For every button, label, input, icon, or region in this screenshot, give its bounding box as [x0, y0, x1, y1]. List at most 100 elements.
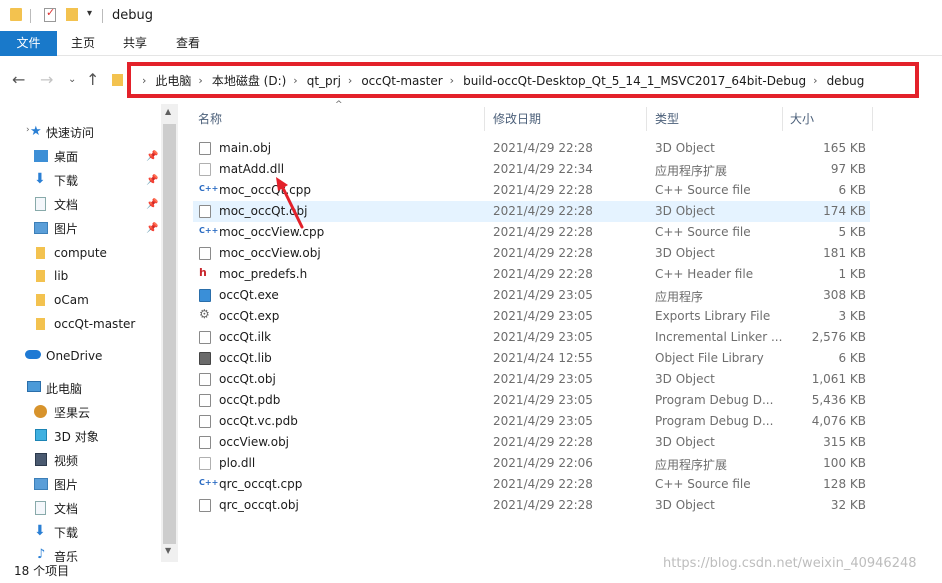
nav-item-ocam[interactable]: oCam: [0, 289, 161, 311]
pin-icon[interactable]: 📌: [146, 175, 158, 186]
file-row[interactable]: occQt.pdb 2021/4/29 23:05 Program Debug …: [193, 390, 870, 411]
file-row[interactable]: h moc_predefs.h 2021/4/29 22:28 C++ Head…: [193, 264, 870, 285]
nav-label: 下载: [54, 173, 79, 188]
file-date: 2021/4/29 22:28: [493, 246, 593, 260]
scrollbar-thumb[interactable]: [163, 124, 176, 544]
file-row[interactable]: occQt.lib 2021/4/24 12:55 Object File Li…: [193, 348, 870, 369]
nav-item-documents-pc[interactable]: 文档: [0, 497, 161, 519]
column-header-size[interactable]: 大小: [790, 107, 814, 131]
file-type: 3D Object: [655, 498, 715, 512]
nav-label: lib: [54, 269, 69, 283]
nav-item-downloads-pc[interactable]: ⬇ 下载: [0, 521, 161, 543]
cloud-icon: [25, 350, 41, 359]
breadcrumb-item[interactable]: 本地磁盘 (D:): [212, 72, 286, 89]
file-size: 315 KB: [823, 435, 866, 449]
nav-item-occqt-master[interactable]: occQt-master: [0, 313, 161, 335]
address-bar[interactable]: › 此电脑 › 本地磁盘 (D:) › qt_prj › occQt-maste…: [127, 62, 919, 98]
exe-file-icon: [199, 289, 211, 302]
nav-item-desktop[interactable]: 桌面 📌: [0, 145, 161, 167]
file-size: 5 KB: [838, 225, 866, 239]
column-divider[interactable]: [872, 107, 873, 131]
file-row[interactable]: occQt.exe 2021/4/29 23:05 应用程序 308 KB: [193, 285, 870, 306]
tab-file[interactable]: 文件: [0, 31, 57, 56]
file-row[interactable]: C++ qrc_occqt.cpp 2021/4/29 22:28 C++ So…: [193, 474, 870, 495]
file-type: 3D Object: [655, 204, 715, 218]
ribbon-tabs: 文件 主页 共享 查看: [0, 31, 942, 56]
chevron-right-icon[interactable]: ›: [348, 74, 352, 87]
file-row[interactable]: occQt.vc.pdb 2021/4/29 23:05 Program Deb…: [193, 411, 870, 432]
forward-arrow-icon[interactable]: →: [40, 70, 53, 89]
chevron-down-icon[interactable]: ▾: [87, 8, 92, 19]
file-row[interactable]: occView.obj 2021/4/29 22:28 3D Object 31…: [193, 432, 870, 453]
status-item-count: 18 个项目: [14, 564, 70, 578]
column-header-type[interactable]: 类型: [655, 107, 679, 131]
pin-icon[interactable]: 📌: [146, 199, 158, 210]
back-arrow-icon[interactable]: ←: [12, 70, 25, 89]
nav-item-pictures-pc[interactable]: 图片: [0, 473, 161, 495]
pin-icon[interactable]: 📌: [146, 223, 158, 234]
chevron-right-icon[interactable]: ›: [142, 74, 146, 87]
nav-item-compute[interactable]: compute: [0, 242, 161, 264]
chevron-right-icon[interactable]: ›: [813, 74, 817, 87]
file-type: Incremental Linker ...: [655, 330, 783, 344]
document-icon: [35, 197, 46, 211]
chevron-right-icon[interactable]: ›: [293, 74, 297, 87]
watermark-text: https://blog.csdn.net/weixin_40946248: [663, 556, 917, 571]
nav-item-this-pc[interactable]: 此电脑: [0, 377, 161, 399]
file-type: 应用程序扩展: [655, 164, 728, 178]
nav-item-quick-access[interactable]: › ★ 快速访问: [0, 121, 161, 143]
recent-chevron-icon[interactable]: ⌄: [68, 74, 76, 85]
breadcrumb-item[interactable]: debug: [827, 74, 865, 88]
tab-view[interactable]: 查看: [176, 31, 200, 56]
file-date: 2021/4/29 23:05: [493, 309, 593, 323]
column-header-date[interactable]: 修改日期: [493, 107, 541, 131]
file-name: qrc_occqt.cpp: [219, 477, 303, 491]
file-size: 1,061 KB: [811, 372, 866, 386]
file-row[interactable]: occQt.obj 2021/4/29 23:05 3D Object 1,06…: [193, 369, 870, 390]
file-row[interactable]: plo.dll 2021/4/29 22:06 应用程序扩展 100 KB: [193, 453, 870, 474]
download-icon: ⬇: [34, 523, 46, 539]
cpp-file-icon: C++: [199, 478, 218, 491]
column-header-name[interactable]: 名称: [198, 107, 222, 131]
file-row[interactable]: occQt.ilk 2021/4/29 23:05 Incremental Li…: [193, 327, 870, 348]
nav-item-pictures[interactable]: 图片 📌: [0, 217, 161, 239]
tab-share[interactable]: 共享: [123, 31, 147, 56]
file-size: 97 KB: [830, 162, 866, 176]
file-type: 3D Object: [655, 246, 715, 260]
file-type: Program Debug D...: [655, 414, 774, 428]
nav-item-videos[interactable]: 视频: [0, 449, 161, 471]
new-folder-icon[interactable]: [66, 8, 78, 21]
column-divider[interactable]: [646, 107, 647, 131]
nav-item-music[interactable]: ♪ 音乐: [0, 545, 161, 562]
breadcrumb-item[interactable]: 此电脑: [155, 72, 191, 89]
nav-item-jianguoyun[interactable]: 坚果云: [0, 401, 161, 423]
breadcrumb-item[interactable]: qt_prj: [307, 74, 341, 88]
nav-item-downloads[interactable]: ⬇ 下载 📌: [0, 169, 161, 191]
breadcrumb-item[interactable]: occQt-master: [361, 74, 442, 88]
tab-home[interactable]: 主页: [71, 31, 95, 56]
column-divider[interactable]: [782, 107, 783, 131]
up-arrow-icon[interactable]: ↑: [86, 70, 99, 89]
nav-item-3d-objects[interactable]: 3D 对象: [0, 425, 161, 447]
folder-icon: [36, 318, 45, 330]
scroll-up-icon[interactable]: ▲: [165, 107, 171, 116]
nav-scrollbar[interactable]: ▲ ▼: [161, 104, 178, 562]
nav-item-lib[interactable]: lib: [0, 265, 161, 287]
breadcrumb-item[interactable]: build-occQt-Desktop_Qt_5_14_1_MSVC2017_6…: [463, 74, 806, 88]
file-date: 2021/4/29 23:05: [493, 288, 593, 302]
obj-file-icon: [199, 373, 211, 386]
nav-item-documents[interactable]: 文档 📌: [0, 193, 161, 215]
file-row[interactable]: ⚙ occQt.exp 2021/4/29 23:05 Exports Libr…: [193, 306, 870, 327]
pin-icon[interactable]: 📌: [146, 151, 158, 162]
column-divider[interactable]: [484, 107, 485, 131]
pdb-file-icon: [199, 394, 211, 407]
file-size: 5,436 KB: [811, 393, 866, 407]
scroll-down-icon[interactable]: ▼: [165, 546, 171, 555]
chevron-right-icon[interactable]: ›: [450, 74, 454, 87]
nav-item-onedrive[interactable]: OneDrive: [0, 345, 161, 367]
properties-icon[interactable]: [44, 6, 56, 22]
file-row[interactable]: moc_occView.obj 2021/4/29 22:28 3D Objec…: [193, 243, 870, 264]
chevron-right-icon[interactable]: ›: [198, 74, 202, 87]
file-row[interactable]: main.obj 2021/4/29 22:28 3D Object 165 K…: [193, 138, 870, 159]
file-row[interactable]: qrc_occqt.obj 2021/4/29 22:28 3D Object …: [193, 495, 870, 516]
